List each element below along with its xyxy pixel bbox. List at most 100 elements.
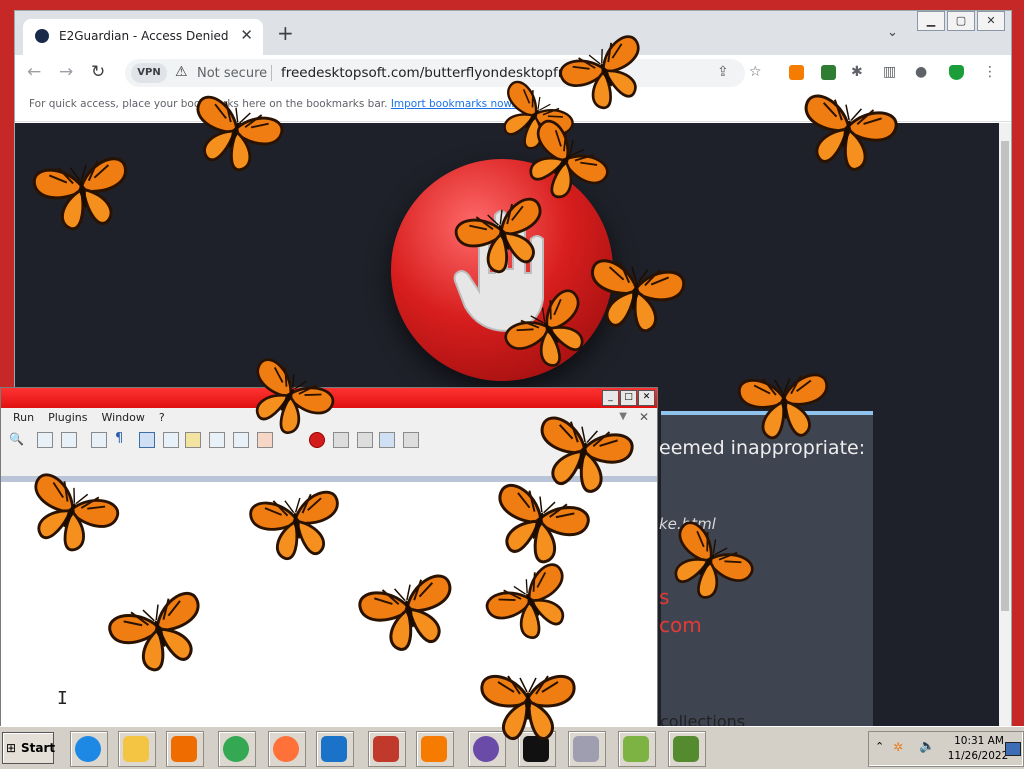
denied-url: ke.html (659, 515, 716, 533)
menu-plugins[interactable]: Plugins (48, 411, 87, 424)
function-list-icon[interactable] (209, 432, 225, 448)
doc-map-icon[interactable] (185, 432, 201, 448)
taskbar-app-command-prompt[interactable] (518, 731, 556, 767)
text-cursor-icon: I (57, 688, 68, 709)
close-doc-icon[interactable]: ✕ (639, 410, 649, 424)
back-arrow-icon[interactable]: ← (27, 62, 41, 82)
taskbar-app-chrome[interactable] (218, 731, 256, 767)
bookmarks-hint-text: For quick access, place your bookmarks h… (29, 98, 388, 110)
taskbar-app-app-red-figure[interactable] (368, 731, 406, 767)
lang-icon[interactable] (163, 432, 179, 448)
system-tray: ⌃ ✲ 🔈 10:31 AM 11/26/2022 (868, 731, 1024, 767)
extension-a-icon[interactable] (789, 65, 804, 80)
taskbar-app-notepad-plus-plus[interactable] (618, 731, 656, 767)
editor-title-bar[interactable]: _ □ ✕ (1, 388, 657, 408)
new-tab-icon[interactable]: + (277, 23, 294, 43)
start-button[interactable]: ⊞ Start (2, 732, 56, 764)
run-macro-multiple-icon[interactable] (379, 432, 395, 448)
menu-window[interactable]: Window (102, 411, 145, 424)
deny-reason-line2: com (659, 613, 702, 637)
vpn-badge[interactable]: VPN (131, 63, 167, 83)
reload-icon[interactable]: ↻ (91, 62, 105, 82)
close-button[interactable]: ✕ (977, 11, 1005, 31)
taskbar-app-media-player[interactable] (166, 731, 204, 767)
sync-h-icon[interactable] (61, 432, 77, 448)
zoom-icon[interactable]: 🔍 (9, 432, 24, 446)
indent-guide-icon[interactable] (139, 432, 155, 448)
import-bookmarks-link[interactable]: Import bookmarks now... (391, 98, 521, 110)
taskbar-app-app-gray[interactable] (568, 731, 606, 767)
page-scrollbar[interactable] (999, 123, 1011, 727)
tab-strip: E2Guardian - Access Denied ✕ + ⌄ ▁ ▢ ✕ (15, 11, 1011, 55)
editor-window-controls: _ □ ✕ (602, 390, 655, 406)
network-icon[interactable] (1005, 742, 1021, 756)
puzzle-icon[interactable]: ✱ (851, 64, 863, 80)
folder-as-workspace-icon[interactable] (233, 432, 249, 448)
app-red-figure-icon (373, 736, 399, 762)
dropdown-arrow-icon[interactable]: ▼ (619, 411, 627, 422)
vscode-icon (321, 736, 347, 762)
divider (271, 65, 272, 81)
profile-icon[interactable]: ● (915, 64, 927, 80)
chevron-up-icon[interactable]: ⌃ (875, 740, 884, 753)
app-gray-icon (573, 736, 599, 762)
extension-green-icon[interactable] (821, 65, 836, 80)
taskbar-app-app-frog[interactable] (668, 731, 706, 767)
sync-icon[interactable] (37, 432, 53, 448)
editor-text-area[interactable] (1, 482, 657, 727)
minimize-button[interactable]: ▁ (917, 11, 945, 31)
internet-explorer-icon (75, 736, 101, 762)
editor-toolbar: 🔍 ¶ (7, 430, 637, 450)
save-macro-icon[interactable] (403, 432, 419, 448)
not-secure-label[interactable]: Not secure (197, 66, 267, 81)
clock-time[interactable]: 10:31 AM (951, 735, 1007, 747)
clock-date[interactable]: 11/26/2022 (945, 750, 1011, 762)
deny-panel: eemed inappropriate: ke.html s com (659, 411, 873, 727)
address-bar[interactable]: VPN ⚠ Not secure freedesktopsoft.com/but… (125, 59, 745, 87)
shield-icon[interactable] (949, 65, 964, 80)
forward-arrow-icon[interactable]: → (59, 62, 73, 82)
star-icon[interactable]: ☆ (749, 64, 762, 80)
menu-dots-icon[interactable]: ⋮ (983, 64, 997, 80)
notepad-plus-plus-icon (623, 736, 649, 762)
monitor-icon[interactable] (257, 432, 273, 448)
editor-maximize-button[interactable]: □ (620, 390, 637, 406)
volume-icon[interactable]: 🔈 (919, 739, 935, 754)
tab-access-denied[interactable]: E2Guardian - Access Denied ✕ (23, 19, 263, 55)
taskbar-app-internet-explorer[interactable] (70, 731, 108, 767)
taskbar-app-firefox[interactable] (268, 731, 306, 767)
deny-message: eemed inappropriate: (659, 437, 866, 459)
start-label: Start (21, 741, 56, 755)
globe-icon (35, 29, 49, 43)
butterfly-tray-icon[interactable]: ✲ (893, 740, 903, 754)
command-prompt-icon (523, 736, 549, 762)
taskbar-app-file-explorer[interactable] (118, 731, 156, 767)
editor-window: _ □ ✕ Run Plugins Window ? ▼ ✕ 🔍 ¶ I (0, 387, 658, 728)
taskbar-app-avast[interactable] (416, 731, 454, 767)
taskbar-app-vscode[interactable] (316, 731, 354, 767)
url-text[interactable]: freedesktopsoft.com/butterflyondesktopfr… (281, 65, 615, 81)
firefox-icon (273, 736, 299, 762)
browser-circle-icon (473, 736, 499, 762)
maximize-button[interactable]: ▢ (947, 11, 975, 31)
menu-run[interactable]: Run (13, 411, 34, 424)
record-macro-icon[interactable] (309, 432, 325, 448)
editor-menu-bar: Run Plugins Window ? (13, 411, 165, 424)
warning-icon[interactable]: ⚠ (175, 64, 188, 80)
menu-help[interactable]: ? (159, 411, 165, 424)
chevron-down-icon[interactable]: ⌄ (887, 25, 898, 40)
play-macro-icon[interactable] (357, 432, 373, 448)
side-panel-icon[interactable]: ▥ (883, 64, 896, 80)
taskbar-app-browser-circle[interactable] (468, 731, 506, 767)
scrollbar-thumb[interactable] (1001, 141, 1009, 611)
tab-title: E2Guardian - Access Denied (59, 29, 229, 43)
wrap-icon[interactable] (91, 432, 107, 448)
stop-macro-icon[interactable] (333, 432, 349, 448)
editor-minimize-button[interactable]: _ (602, 390, 619, 406)
share-icon[interactable]: ⇪ (717, 64, 729, 80)
avast-icon (421, 736, 447, 762)
editor-close-button[interactable]: ✕ (638, 390, 655, 406)
taskbar: ⊞ Start ⌃ ✲ 🔈 10:31 AM 11/26/2022 (0, 726, 1024, 769)
close-tab-icon[interactable]: ✕ (240, 26, 253, 44)
pilcrow-icon[interactable]: ¶ (115, 432, 129, 446)
